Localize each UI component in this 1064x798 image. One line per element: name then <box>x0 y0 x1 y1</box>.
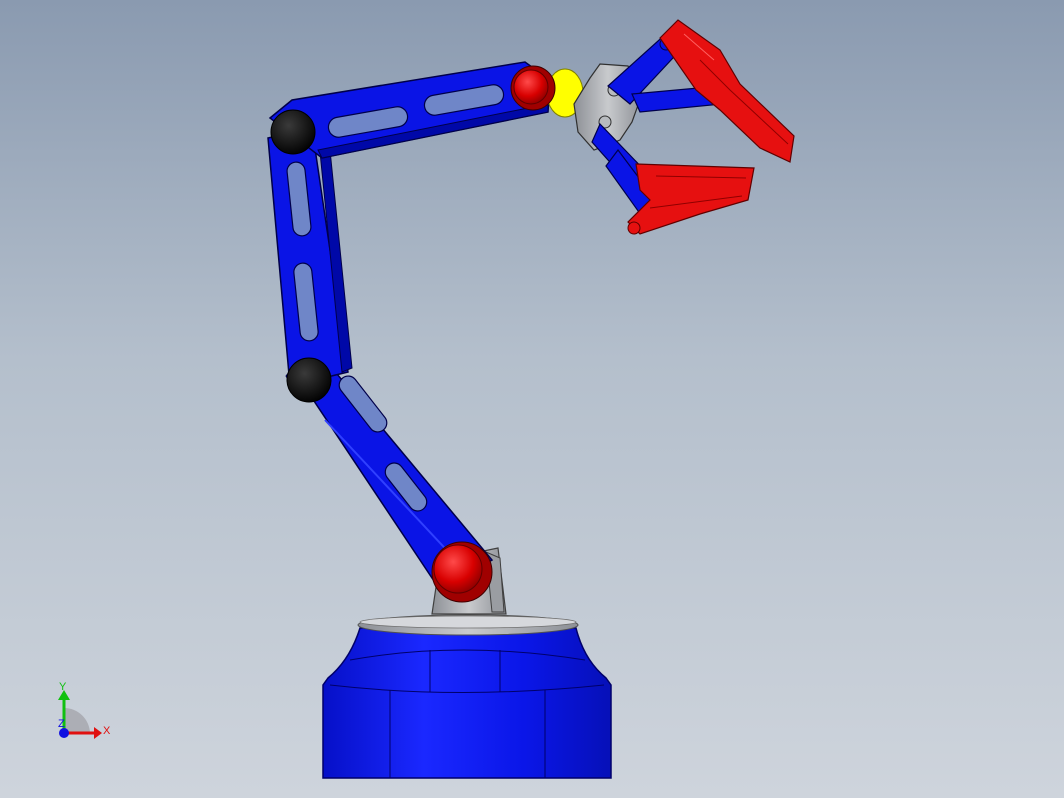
upper-arm-link[interactable] <box>267 127 353 387</box>
elbow-joint[interactable] <box>270 109 316 155</box>
model-canvas[interactable]: Y X Z <box>0 0 1064 798</box>
x-axis-label: X <box>103 725 111 737</box>
lower-gripper-finger[interactable] <box>591 122 755 235</box>
cad-viewport[interactable]: Y X Z <box>0 0 1064 798</box>
mid-joint[interactable] <box>286 357 332 403</box>
robot-base[interactable] <box>322 614 612 779</box>
orientation-triad: Y X Z <box>58 681 111 739</box>
shoulder-joint[interactable] <box>431 541 493 603</box>
upper-gripper-finger[interactable] <box>607 19 795 163</box>
triad-quadrant <box>64 707 90 733</box>
z-axis-label: Z <box>58 718 65 730</box>
y-axis-label: Y <box>59 681 67 693</box>
